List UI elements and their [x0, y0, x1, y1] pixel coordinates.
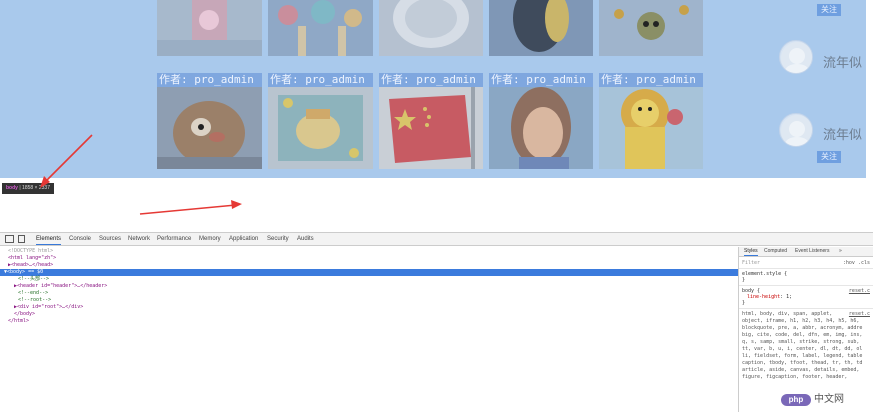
author-label: 作者: pro_admin: [157, 73, 262, 87]
tab-elements[interactable]: Elements: [36, 233, 62, 245]
reset-selector-line: li, fieldset, form, label, legend, table: [742, 353, 863, 359]
artwork-image[interactable]: [157, 87, 262, 169]
dom-node[interactable]: ▶<header id="header">…</header>: [0, 283, 738, 290]
dom-node-selected[interactable]: ▼<body> == $0: [0, 269, 738, 276]
reset-selector-line: article, aside, canvas, details, embed,: [742, 367, 860, 373]
rule-source-link[interactable]: reset.c: [849, 288, 870, 294]
tab-security[interactable]: Security: [267, 233, 289, 245]
element-style-close: }: [742, 277, 746, 283]
artwork-image[interactable]: [379, 0, 483, 56]
more-tabs-icon[interactable]: »: [839, 247, 842, 256]
dom-node[interactable]: <!--end-->: [0, 290, 738, 297]
artwork-image[interactable]: [599, 87, 703, 169]
tab-network[interactable]: Network: [128, 233, 150, 245]
tab-application[interactable]: Application: [229, 233, 258, 245]
reset-selector-line: caption, tbody, tfoot, thead, tr, th, td: [742, 360, 863, 366]
divider: [739, 285, 873, 286]
body-rule-close: }: [742, 300, 746, 306]
tooltip-size: 1858 × 2337: [22, 185, 50, 191]
screenshot: 关注 作者: pro_admin 作者: pro_admin 作者: pro_a…: [0, 0, 873, 412]
artwork-image[interactable]: [268, 87, 373, 169]
avatar[interactable]: [779, 113, 813, 147]
dom-node[interactable]: </body>: [0, 311, 738, 318]
tab-audits[interactable]: Audits: [297, 233, 314, 245]
tab-styles[interactable]: Styles: [744, 247, 758, 256]
device-toolbar-icon[interactable]: [18, 235, 25, 243]
username[interactable]: 流年似: [823, 124, 862, 143]
reset-selector-line: blockquote, pre, a, abbr, acronym, addre: [742, 325, 863, 331]
author-label: 作者: pro_admin: [379, 73, 483, 87]
reset-selector-line: tt, var, b, u, i, center, dl, dt, dd, ol: [742, 346, 863, 352]
styles-tabbar: Styles Computed Event Listeners »: [739, 247, 873, 257]
tab-computed[interactable]: Computed: [764, 247, 787, 256]
tab-sources[interactable]: Sources: [99, 233, 121, 245]
dom-node[interactable]: <!DOCTYPE html>: [0, 248, 738, 255]
avatar[interactable]: [779, 40, 813, 74]
reset-selector-line: big, cite, code, del, dfn, em, img, ins,: [742, 332, 863, 338]
element-style-rule[interactable]: element.style {: [742, 271, 787, 277]
follow-button[interactable]: 关注: [817, 4, 841, 16]
reset-selector-line: figure, figcaption, footer, header,: [742, 374, 848, 380]
follow-button[interactable]: 关注: [817, 151, 841, 163]
dom-node[interactable]: </html>: [0, 318, 738, 325]
watermark-text: 中文网: [814, 394, 844, 405]
tab-console[interactable]: Console: [69, 233, 91, 245]
dom-node[interactable]: <html lang="zh">: [0, 255, 738, 262]
divider: [739, 308, 873, 309]
artwork-image[interactable]: [268, 0, 373, 56]
styles-sidebar: Styles Computed Event Listeners » Filter…: [738, 247, 873, 412]
elements-dom-tree: <!DOCTYPE html> <html lang="zh"> ▶<head>…: [0, 247, 738, 412]
author-label: 作者: pro_admin: [489, 73, 593, 87]
page-viewport: 关注 作者: pro_admin 作者: pro_admin 作者: pro_a…: [0, 0, 873, 232]
author-label: 作者: pro_admin: [268, 73, 373, 87]
arrow-icon: [139, 200, 242, 215]
artwork-image[interactable]: [489, 87, 593, 169]
rule-source-link[interactable]: reset.c: [849, 311, 870, 317]
inspect-tooltip: body | 1858 × 2337: [2, 183, 54, 194]
artwork-image[interactable]: [157, 0, 262, 56]
tab-memory[interactable]: Memory: [199, 233, 221, 245]
dom-node[interactable]: ▶<div id="root">…</div>: [0, 304, 738, 311]
body-rule-declaration[interactable]: line-height: 1;: [747, 294, 792, 300]
dom-node[interactable]: ▶<head>…</head>: [0, 262, 738, 269]
reset-selector-line: object, iframe, h1, h2, h3, h4, h5, h6,: [742, 318, 860, 324]
tooltip-tag: body: [6, 185, 18, 191]
dom-node[interactable]: <!--头部-->: [0, 276, 738, 283]
reset-selector-line: html, body, div, span, applet,: [742, 311, 833, 317]
tab-event-listeners[interactable]: Event Listeners: [795, 247, 829, 256]
artwork-image[interactable]: [599, 0, 703, 56]
reset-selector-line: q, s, samp, small, strike, strong, sub,: [742, 339, 860, 345]
artwork-image[interactable]: [379, 87, 483, 169]
inspect-element-icon[interactable]: [5, 235, 14, 243]
php-logo: php: [781, 394, 811, 406]
styles-filter-input[interactable]: Filter: [742, 260, 760, 266]
author-label: 作者: pro_admin: [599, 73, 703, 87]
artwork-image[interactable]: [489, 0, 593, 56]
tooltip-separator: |: [19, 185, 21, 191]
dom-node[interactable]: <!--root-->: [0, 297, 738, 304]
tab-performance[interactable]: Performance: [157, 233, 191, 245]
devtools-panel: Elements Console Sources Network Perform…: [0, 232, 873, 412]
devtools-toolbar: Elements Console Sources Network Perform…: [0, 233, 873, 246]
divider: [739, 268, 873, 269]
username[interactable]: 流年似: [823, 52, 862, 71]
hov-cls-toggle[interactable]: :hov .cls: [843, 260, 870, 266]
